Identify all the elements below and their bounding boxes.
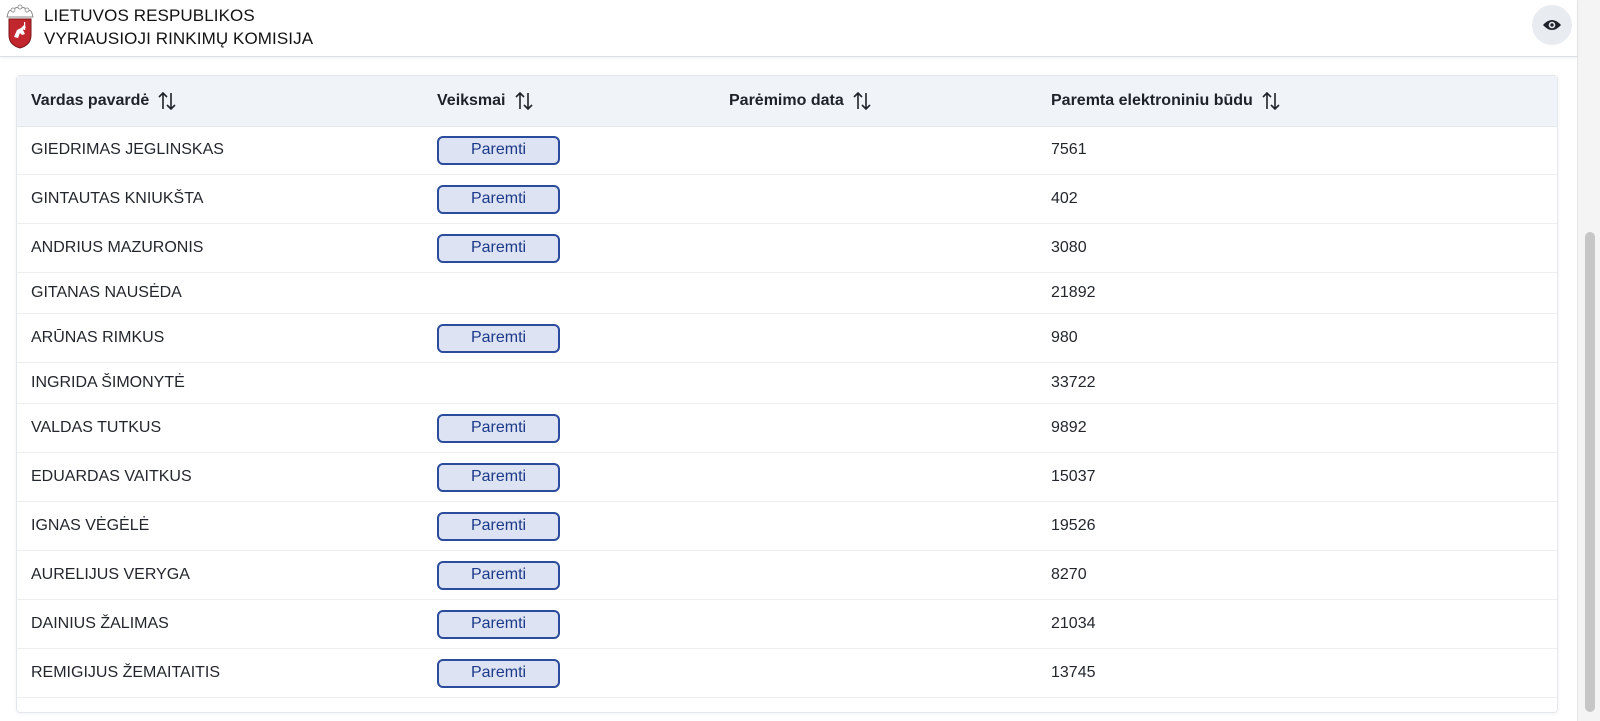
app-header: LIETUVOS RESPUBLIKOS VYRIAUSIOJI RINKIMŲ… <box>0 0 1577 57</box>
actions-cell: Paremti <box>437 126 560 174</box>
support-button[interactable]: Paremti <box>437 609 560 639</box>
table-row: DAINIUS ŽALIMAS Paremti 21034 <box>17 600 1557 649</box>
actions-cell: Paremti <box>437 600 560 648</box>
electronic-support-count: 980 <box>1051 329 1078 346</box>
actions-cell: Paremti <box>437 453 560 501</box>
org-name-line2: VYRIAUSIOJI RINKIMŲ KOMISIJA <box>44 29 314 48</box>
table-row: GITANAS NAUSĖDA 21892 <box>17 273 1557 314</box>
table-row: ANDRIUS MAZURONIS Paremti 3080 <box>17 224 1557 273</box>
candidate-name: GITANAS NAUSĖDA <box>31 284 182 301</box>
electronic-support-count: 402 <box>1051 190 1078 207</box>
org-name-line1: LIETUVOS RESPUBLIKOS <box>44 6 255 25</box>
column-header-name[interactable]: Vardas pavardė <box>31 76 177 126</box>
scrollbar-thumb[interactable] <box>1585 232 1595 712</box>
table-row: REMIGIJUS ŽEMAITAITIS Paremti 13745 <box>17 649 1557 698</box>
electronic-support-count: 9892 <box>1051 419 1087 436</box>
support-button[interactable]: Paremti <box>437 658 560 688</box>
table-row: ARŪNAS RIMKUS Paremti 980 <box>17 314 1557 363</box>
support-button[interactable]: Paremti <box>437 511 560 541</box>
actions-cell: Paremti <box>437 404 560 452</box>
electronic-support-count: 19526 <box>1051 517 1096 534</box>
support-button[interactable]: Paremti <box>437 462 560 492</box>
table-row: GIEDRIMAS JEGLINSKAS Paremti 7561 <box>17 126 1557 175</box>
actions-cell: Paremti <box>437 649 560 697</box>
table-row: EDUARDAS VAITKUS Paremti 15037 <box>17 453 1557 502</box>
sort-icon[interactable] <box>1261 91 1281 111</box>
actions-cell: Paremti <box>437 314 560 362</box>
table-header-row: Vardas pavardė Veiksmai Parėmimo data Pa… <box>17 76 1557 127</box>
support-button[interactable]: Paremti <box>437 323 560 353</box>
table-row: GINTAUTAS KNIUKŠTA Paremti 402 <box>17 175 1557 224</box>
candidate-name: INGRIDA ŠIMONYTĖ <box>31 374 185 391</box>
support-button[interactable]: Paremti <box>437 413 560 443</box>
candidate-name: AURELIJUS VERYGA <box>31 566 190 583</box>
table-row: AURELIJUS VERYGA Paremti 8270 <box>17 551 1557 600</box>
electronic-support-count: 7561 <box>1051 141 1087 158</box>
candidate-name: ARŪNAS RIMKUS <box>31 329 165 346</box>
electronic-support-count: 8270 <box>1051 566 1087 583</box>
candidate-name: REMIGIJUS ŽEMAITAITIS <box>31 664 221 681</box>
organization-name: LIETUVOS RESPUBLIKOS VYRIAUSIOJI RINKIMŲ… <box>44 4 313 50</box>
coat-of-arms-logo <box>3 3 37 49</box>
column-header-support-date[interactable]: Parėmimo data <box>729 76 872 126</box>
actions-cell: Paremti <box>437 502 560 550</box>
candidate-name: VALDAS TUTKUS <box>31 419 162 436</box>
column-header-actions[interactable]: Veiksmai <box>437 76 534 126</box>
candidate-name: GIEDRIMAS JEGLINSKAS <box>31 141 224 158</box>
candidate-name: IGNAS VĖGĖLĖ <box>31 517 150 534</box>
support-button[interactable]: Paremti <box>437 184 560 214</box>
eye-icon <box>1542 18 1562 32</box>
electronic-support-count: 21034 <box>1051 615 1096 632</box>
candidate-name: ANDRIUS MAZURONIS <box>31 239 204 256</box>
actions-cell: Paremti <box>437 175 560 223</box>
support-button[interactable]: Paremti <box>437 135 560 165</box>
electronic-support-count: 13745 <box>1051 664 1096 681</box>
accessibility-view-button[interactable] <box>1532 5 1572 45</box>
page-scrollbar[interactable] <box>1577 0 1600 721</box>
electronic-support-count: 33722 <box>1051 374 1096 391</box>
table-row: VALDAS TUTKUS Paremti 9892 <box>17 404 1557 453</box>
candidate-name: EDUARDAS VAITKUS <box>31 468 192 485</box>
sort-icon[interactable] <box>514 91 534 111</box>
candidates-table: Vardas pavardė Veiksmai Parėmimo data Pa… <box>16 75 1558 713</box>
column-header-electronic-support[interactable]: Paremta elektroniniu būdu <box>1051 76 1281 126</box>
candidate-name: GINTAUTAS KNIUKŠTA <box>31 190 204 207</box>
actions-cell: Paremti <box>437 551 560 599</box>
electronic-support-count: 21892 <box>1051 284 1096 301</box>
table-row: IGNAS VĖGĖLĖ Paremti 19526 <box>17 502 1557 551</box>
electronic-support-count: 3080 <box>1051 239 1087 256</box>
electronic-support-count: 15037 <box>1051 468 1096 485</box>
sort-icon[interactable] <box>852 91 872 111</box>
actions-cell: Paremti <box>437 224 560 272</box>
support-button[interactable]: Paremti <box>437 233 560 263</box>
sort-icon[interactable] <box>157 91 177 111</box>
candidate-name: DAINIUS ŽALIMAS <box>31 615 169 632</box>
table-row: INGRIDA ŠIMONYTĖ 33722 <box>17 363 1557 404</box>
support-button[interactable]: Paremti <box>437 560 560 590</box>
